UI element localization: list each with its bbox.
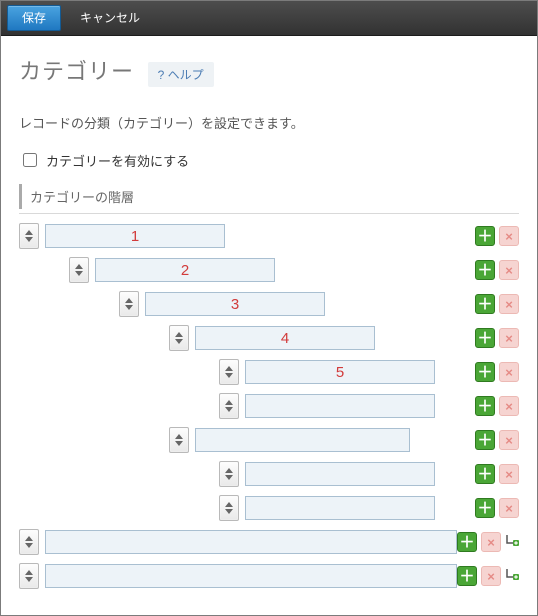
row-actions: ＋× [457,566,519,586]
add-category-button[interactable]: ＋ [475,260,495,280]
row-actions: ＋× [475,328,519,348]
category-input[interactable]: 5 [245,360,435,384]
reorder-stepper[interactable] [219,393,239,419]
category-input[interactable] [45,564,457,588]
delete-category-button[interactable]: × [499,226,519,246]
delete-category-button[interactable]: × [499,260,519,280]
add-category-button[interactable]: ＋ [457,532,477,552]
enable-category-label: カテゴリーを有効にする [46,151,189,170]
category-input[interactable] [45,530,457,554]
delete-category-button[interactable]: × [499,498,519,518]
category-row: 5 ＋× [19,358,519,386]
section-divider [19,213,519,214]
delete-category-button[interactable]: × [499,464,519,484]
delete-category-button[interactable]: × [499,294,519,314]
row-actions: ＋× [475,396,519,416]
row-actions: ＋× [457,532,519,552]
reorder-stepper[interactable] [19,223,39,249]
row-actions: ＋× [475,430,519,450]
row-actions: ＋× [475,294,519,314]
category-input[interactable]: 2 [95,258,275,282]
add-category-button[interactable]: ＋ [475,328,495,348]
page-description: レコードの分類（カテゴリー）を設定できます。 [19,113,519,132]
add-category-button[interactable]: ＋ [475,464,495,484]
reorder-stepper[interactable] [19,563,39,589]
reorder-stepper[interactable] [169,427,189,453]
delete-category-button[interactable]: × [499,362,519,382]
reorder-stepper[interactable] [219,359,239,385]
delete-category-button[interactable]: × [499,430,519,450]
delete-category-button[interactable]: × [499,396,519,416]
category-input[interactable]: 4 [195,326,375,350]
row-actions: ＋× [475,226,519,246]
toolbar: 保存 キャンセル [1,1,537,36]
section-title: カテゴリーの階層 [19,184,519,209]
category-row: ＋× [19,562,519,590]
add-category-button[interactable]: ＋ [475,362,495,382]
add-subcategory-icon[interactable] [505,568,519,584]
reorder-stepper[interactable] [169,325,189,351]
reorder-stepper[interactable] [219,461,239,487]
enable-category-row[interactable]: カテゴリーを有効にする [19,150,519,170]
row-actions: ＋× [475,362,519,382]
category-row: ＋× [19,392,519,420]
delete-category-button[interactable]: × [481,566,501,586]
content: カテゴリー ? ヘルプ レコードの分類（カテゴリー）を設定できます。 カテゴリー… [1,36,537,615]
page-title: カテゴリー [19,54,134,86]
cancel-button[interactable]: キャンセル [65,5,155,31]
save-button[interactable]: 保存 [7,5,61,31]
add-category-button[interactable]: ＋ [457,566,477,586]
add-category-button[interactable]: ＋ [475,294,495,314]
add-category-button[interactable]: ＋ [475,430,495,450]
category-row: ＋× [19,460,519,488]
category-input[interactable] [245,394,435,418]
reorder-stepper[interactable] [69,257,89,283]
add-category-button[interactable]: ＋ [475,226,495,246]
category-input[interactable] [245,496,435,520]
row-actions: ＋× [475,260,519,280]
category-input[interactable]: 1 [45,224,225,248]
help-link[interactable]: ? ヘルプ [148,62,214,87]
category-input[interactable]: 3 [145,292,325,316]
add-category-button[interactable]: ＋ [475,498,495,518]
delete-category-button[interactable]: × [481,532,501,552]
category-row: 1 ＋× [19,222,519,250]
delete-category-button[interactable]: × [499,328,519,348]
category-tree: 1＋×2＋×3＋×4＋×5＋×＋×＋×＋×＋×＋×＋× [19,222,519,590]
category-input[interactable] [245,462,435,486]
category-row: 3 ＋× [19,290,519,318]
category-input[interactable] [195,428,410,452]
category-row: 2 ＋× [19,256,519,284]
reorder-stepper[interactable] [19,529,39,555]
add-subcategory-icon[interactable] [505,534,519,550]
category-row: ＋× [19,494,519,522]
row-actions: ＋× [475,464,519,484]
category-row: ＋× [19,528,519,556]
enable-category-checkbox[interactable] [23,153,37,167]
reorder-stepper[interactable] [119,291,139,317]
add-category-button[interactable]: ＋ [475,396,495,416]
category-row: 4 ＋× [19,324,519,352]
row-actions: ＋× [475,498,519,518]
category-row: ＋× [19,426,519,454]
reorder-stepper[interactable] [219,495,239,521]
